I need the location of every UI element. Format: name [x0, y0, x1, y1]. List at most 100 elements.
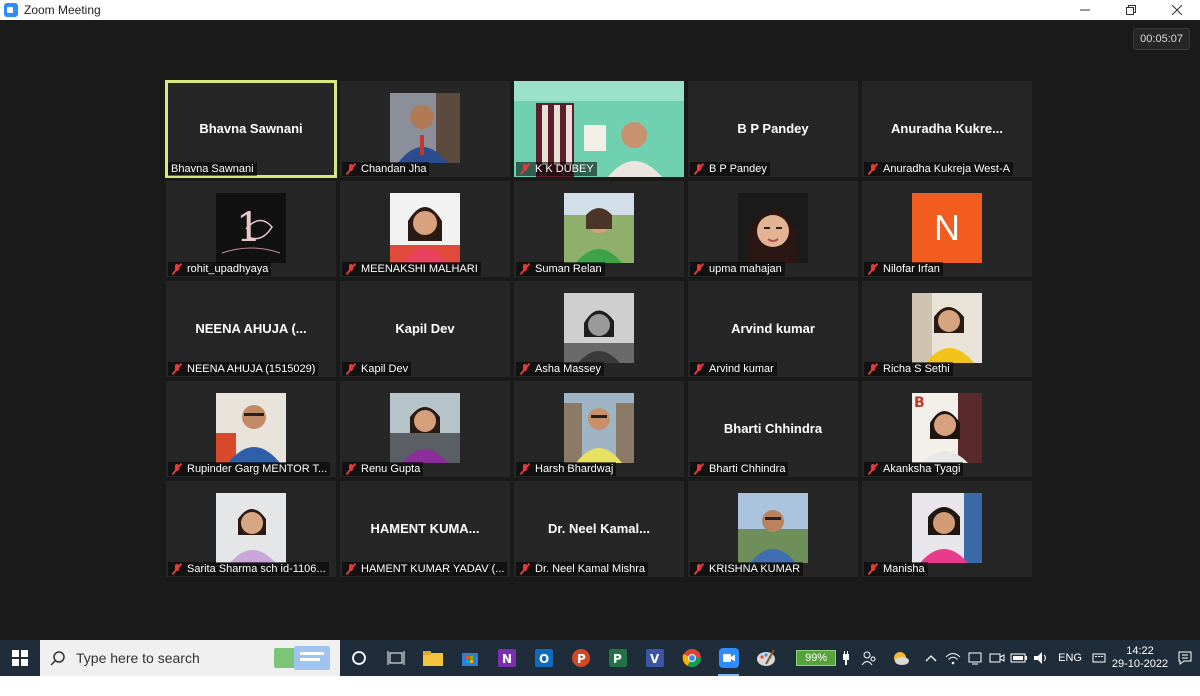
participant-label: Arvind kumar: [690, 362, 777, 376]
participant-photo: [564, 393, 634, 463]
battery-indicator[interactable]: 99%: [796, 650, 852, 666]
participant-tile[interactable]: KRISHNA KUMAR: [688, 481, 858, 577]
zoom-taskbar-button[interactable]: [710, 640, 747, 676]
ime-button[interactable]: [1088, 640, 1110, 676]
participant-label: Akanksha Tyagi: [864, 462, 964, 476]
participant-name: Chandan Jha: [361, 163, 427, 175]
participant-tile[interactable]: Asha Massey: [514, 281, 684, 377]
svg-text:V: V: [650, 652, 660, 666]
project-button[interactable]: P: [599, 640, 636, 676]
search-icon: [50, 651, 65, 666]
participant-tile[interactable]: Rupinder Garg MENTOR T...: [166, 381, 336, 477]
participant-name: Manisha: [883, 563, 925, 575]
participant-tile[interactable]: MEENAKSHI MALHARI: [340, 181, 510, 277]
weather-button[interactable]: [880, 640, 920, 676]
participant-tile[interactable]: B P Pandey B P Pandey: [688, 81, 858, 177]
store-button[interactable]: [451, 640, 488, 676]
participant-tile[interactable]: Arvind kumar Arvind kumar: [688, 281, 858, 377]
close-button[interactable]: [1154, 0, 1200, 20]
muted-mic-icon: [171, 363, 183, 375]
participant-name: K K DUBEY: [535, 163, 594, 175]
participant-name: rohit_upadhyaya: [187, 263, 269, 275]
participant-tile[interactable]: N Nilofar Irfan: [862, 181, 1032, 277]
meeting-timer: 00:05:07: [1133, 28, 1190, 50]
taskbar-search[interactable]: Type here to search: [40, 640, 340, 676]
participant-label: Richa S Sethi: [864, 362, 953, 376]
people-button[interactable]: [858, 640, 880, 676]
participant-name: B P Pandey: [709, 163, 767, 175]
participant-label: Sarita Sharma sch id-1106...: [168, 562, 329, 576]
participant-photo: B: [912, 393, 982, 463]
svg-text:P: P: [577, 652, 586, 666]
participant-tile[interactable]: Harsh Bhardwaj: [514, 381, 684, 477]
paint-button[interactable]: [747, 640, 784, 676]
minimize-button[interactable]: [1062, 0, 1108, 20]
battery-percent: 99%: [796, 650, 837, 666]
device-button[interactable]: [964, 640, 986, 676]
participant-tile[interactable]: Kapil Dev Kapil Dev: [340, 281, 510, 377]
store-icon: [461, 653, 478, 666]
restore-button[interactable]: [1108, 0, 1154, 20]
participant-tile[interactable]: Manisha: [862, 481, 1032, 577]
battery-tray-button[interactable]: [1008, 640, 1030, 676]
outlook-button[interactable]: O: [525, 640, 562, 676]
participant-name: upma mahajan: [709, 263, 782, 275]
folder-icon: [422, 651, 443, 666]
participant-name: Dr. Neel Kamal Mishra: [535, 563, 646, 575]
participant-big-name: Dr. Neel Kamal...: [548, 521, 650, 536]
system-tray: 99% ENG 14:22 29-10-2022: [796, 640, 1200, 676]
windows-taskbar: Type here to search N O P P V 99% ENG 14…: [0, 640, 1200, 676]
network-button[interactable]: [942, 640, 964, 676]
search-placeholder: Type here to search: [76, 650, 200, 666]
participant-tile[interactable]: HAMENT KUMA... HAMENT KUMAR YADAV (...: [340, 481, 510, 577]
file-explorer-button[interactable]: [414, 640, 451, 676]
powerpoint-button[interactable]: P: [562, 640, 599, 676]
gallery-grid: Bhavna Sawnani Bhavna Sawnani Chandan Jh…: [165, 80, 1034, 577]
title-bar: Zoom Meeting: [0, 0, 1200, 20]
taskbar-clock[interactable]: 14:22 29-10-2022: [1110, 645, 1170, 671]
show-hidden-icons-button[interactable]: [920, 640, 942, 676]
participant-tile[interactable]: Richa S Sethi: [862, 281, 1032, 377]
muted-mic-icon: [171, 263, 183, 275]
input-language[interactable]: ENG: [1058, 652, 1082, 664]
muted-mic-icon: [867, 563, 879, 575]
cortana-icon: [351, 651, 366, 665]
participant-tile[interactable]: Suman Relan: [514, 181, 684, 277]
participant-tile[interactable]: Renu Gupta: [340, 381, 510, 477]
chrome-button[interactable]: [673, 640, 710, 676]
start-button[interactable]: [0, 640, 40, 676]
zoom-app-icon: [4, 3, 18, 17]
participant-photo: [216, 393, 286, 463]
notifications-button[interactable]: [1170, 640, 1200, 676]
participant-tile[interactable]: 1 rohit_upadhyaya: [166, 181, 336, 277]
participant-tile[interactable]: Sarita Sharma sch id-1106...: [166, 481, 336, 577]
muted-mic-icon: [693, 563, 705, 575]
minimize-icon: [1080, 9, 1090, 11]
participant-tile[interactable]: NEENA AHUJA (... NEENA AHUJA (1515029): [166, 281, 336, 377]
participant-label: B P Pandey: [690, 162, 770, 176]
participant-tile[interactable]: Dr. Neel Kamal... Dr. Neel Kamal Mishra: [514, 481, 684, 577]
muted-mic-icon: [693, 463, 705, 475]
onenote-button[interactable]: N: [488, 640, 525, 676]
participant-tile[interactable]: Bharti Chhindra Bharti Chhindra: [688, 381, 858, 477]
participant-name: Arvind kumar: [709, 363, 774, 375]
task-view-button[interactable]: [377, 640, 414, 676]
volume-button[interactable]: [1030, 640, 1052, 676]
participant-label: K K DUBEY: [516, 162, 597, 176]
participant-photo: [738, 493, 808, 563]
participant-tile[interactable]: upma mahajan: [688, 181, 858, 277]
svg-text:P: P: [613, 652, 622, 666]
visio-button[interactable]: V: [636, 640, 673, 676]
participant-tile[interactable]: Chandan Jha: [340, 81, 510, 177]
participant-tile[interactable]: K K DUBEY: [514, 81, 684, 177]
participant-tile[interactable]: Bhavna Sawnani Bhavna Sawnani: [165, 80, 337, 178]
participant-name: Asha Massey: [535, 363, 602, 375]
muted-mic-icon: [693, 163, 705, 175]
visio-icon: V: [645, 649, 664, 667]
participant-tile[interactable]: B Akanksha Tyagi: [862, 381, 1032, 477]
participant-tile[interactable]: Anuradha Kukre... Anuradha Kukreja West-…: [862, 81, 1032, 177]
meet-now-button[interactable]: [986, 640, 1008, 676]
cortana-button[interactable]: [340, 640, 377, 676]
device-icon: [968, 652, 982, 665]
participant-name: Bhavna Sawnani: [171, 163, 254, 175]
